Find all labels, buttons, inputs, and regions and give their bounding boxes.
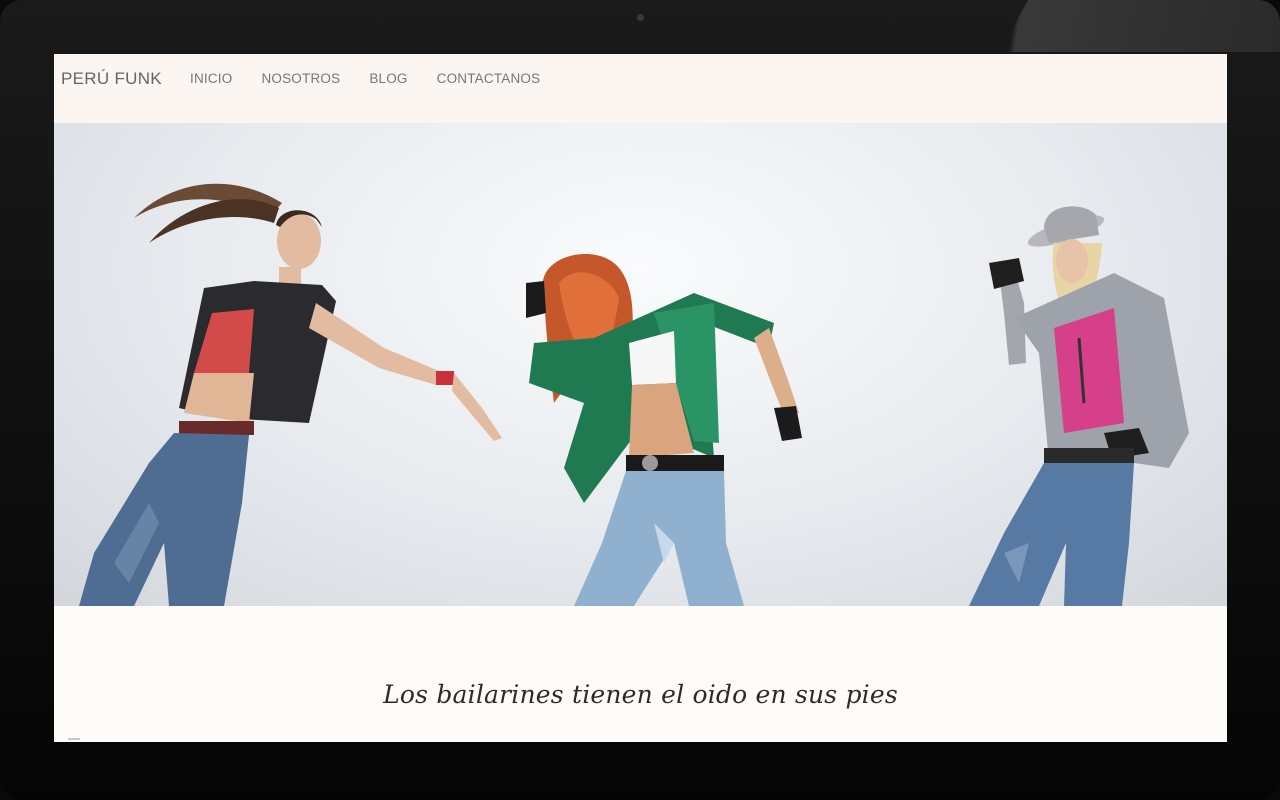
tagline: Los bailarines tienen el oido en sus pie… [383,680,898,709]
tagline-section: Los bailarines tienen el oido en sus pie… [54,606,1227,742]
nav-link-blog[interactable]: BLOG [369,71,407,86]
nav-link-inicio[interactable]: INICIO [190,71,232,86]
dancer-left [79,183,502,606]
camera-icon [637,14,644,21]
navbar: PERÚ FUNK INICIO NOSOTROS BLOG CONTACTAN… [54,54,1227,124]
monitor-bezel: PERÚ FUNK INICIO NOSOTROS BLOG CONTACTAN… [0,0,1280,800]
nav-link-nosotros[interactable]: NOSOTROS [261,71,340,86]
screen: PERÚ FUNK INICIO NOSOTROS BLOG CONTACTAN… [54,54,1227,742]
corner-mark [68,738,80,740]
brand-logo[interactable]: PERÚ FUNK [61,69,162,89]
nav-links: INICIO NOSOTROS BLOG CONTACTANOS [190,71,569,86]
bezel-glare [1000,0,1280,52]
nav-link-contactanos[interactable]: CONTACTANOS [437,71,541,86]
hero-image [54,123,1227,606]
dancer-right [969,206,1189,606]
dancers-photo [79,183,1189,606]
dancer-center [526,254,802,606]
